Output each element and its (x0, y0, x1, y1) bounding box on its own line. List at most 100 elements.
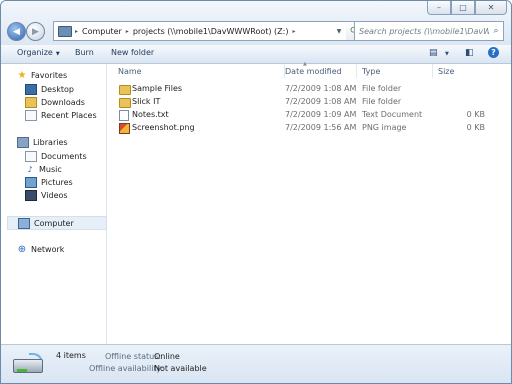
file-row[interactable]: Screenshot.png 7/2/2009 1:56 AM PNG imag… (107, 122, 511, 134)
folder-icon (119, 85, 131, 95)
nav-label: Desktop (41, 84, 74, 94)
nav-item-music[interactable]: ♪ Music (25, 163, 62, 175)
recent-places-icon (25, 109, 37, 121)
offline-availability-value: Not available (154, 364, 207, 373)
organize-button[interactable]: Organize ▼ (17, 48, 60, 57)
search-input[interactable]: Search projects (\\mobile1\DavWWW... (355, 27, 489, 36)
nav-label: Documents (41, 151, 87, 161)
column-header-size[interactable]: Size (433, 64, 483, 78)
documents-icon (25, 150, 37, 162)
nav-label: Network (31, 244, 65, 254)
nav-item-downloads[interactable]: Downloads (25, 96, 85, 108)
offline-availability-label: Offline availability: (89, 364, 164, 373)
view-options-icon[interactable]: ▤ (429, 48, 438, 58)
burn-button[interactable]: Burn (75, 48, 94, 57)
file-name: Screenshot.png (132, 123, 195, 132)
file-size: 0 KB (466, 123, 485, 132)
music-icon: ♪ (27, 164, 33, 174)
nav-label: Downloads (41, 97, 85, 107)
file-row[interactable]: Slick IT 7/2/2009 1:08 AM File folder (107, 96, 511, 108)
nav-label: Pictures (41, 177, 73, 187)
details-pane: 4 items Offline status: Online Offline a… (1, 344, 511, 383)
file-row[interactable]: Notes.txt 7/2/2009 1:09 AM Text Document… (107, 109, 511, 121)
address-dropdown-icon[interactable]: ▼ (332, 23, 346, 39)
offline-status-value: Online (154, 352, 180, 361)
file-type: File folder (362, 97, 402, 106)
file-date: 7/2/2009 1:08 AM (285, 84, 357, 93)
breadcrumb-projects[interactable]: projects (\\mobile1\DavWWWRoot) (Z:) (133, 27, 289, 36)
chevron-down-icon[interactable]: ▼ (445, 51, 449, 57)
file-name: Notes.txt (132, 110, 169, 119)
nav-item-desktop[interactable]: Desktop (25, 83, 74, 95)
file-date: 7/2/2009 1:56 AM (285, 123, 357, 132)
chevron-right-icon[interactable]: ▸ (126, 28, 129, 35)
close-button[interactable]: ✕ (475, 1, 507, 15)
nav-computer[interactable]: Computer (7, 216, 107, 230)
pictures-icon (25, 176, 37, 188)
file-type: Text Document (362, 110, 423, 119)
arrow-left-icon: ◀ (13, 26, 20, 37)
image-file-icon (119, 123, 130, 134)
file-size: 0 KB (466, 110, 485, 119)
computer-icon (58, 25, 72, 37)
nav-label: Videos (41, 190, 68, 200)
nav-label: Libraries (33, 137, 68, 147)
back-button[interactable]: ◀ (7, 22, 26, 41)
breadcrumb-computer[interactable]: Computer (82, 27, 122, 36)
file-type: PNG image (362, 123, 407, 132)
file-date: 7/2/2009 1:08 AM (285, 97, 357, 106)
downloads-icon (25, 96, 37, 108)
file-type: File folder (362, 84, 402, 93)
folder-icon (119, 98, 131, 108)
nav-item-documents[interactable]: Documents (25, 150, 87, 162)
file-size (449, 83, 485, 95)
videos-icon (25, 189, 37, 201)
nav-label: Favorites (31, 70, 68, 80)
help-button[interactable]: ? (488, 47, 499, 58)
libraries-icon (17, 136, 29, 148)
new-folder-button[interactable]: New folder (111, 48, 154, 57)
title-bar: – □ ✕ ◀ ▶ ▸ Computer ▸ projects (\\mobil… (1, 1, 511, 45)
column-header-name[interactable]: Name (113, 64, 285, 78)
nav-item-pictures[interactable]: Pictures (25, 176, 73, 188)
file-row[interactable]: Sample Files 7/2/2009 1:08 AM File folde… (107, 83, 511, 95)
star-icon: ★ (17, 69, 27, 81)
minimize-button[interactable]: – (427, 1, 451, 15)
desktop-icon (25, 83, 37, 95)
nav-label: Recent Places (41, 110, 97, 120)
nav-favorites[interactable]: ★ Favorites (17, 69, 68, 81)
navigation-pane: ★ Favorites Desktop Downloads Recent Plac… (1, 64, 107, 344)
organize-label: Organize (17, 48, 53, 57)
search-box[interactable]: Search projects (\\mobile1\DavWWW... ⌕ (354, 21, 504, 41)
chevron-down-icon: ▼ (55, 51, 60, 57)
nav-label: Music (39, 164, 62, 174)
maximize-button[interactable]: □ (451, 1, 475, 15)
offline-status-label: Offline status: (105, 352, 162, 361)
command-bar: Organize ▼ Burn New folder ▤ ▼ ◧ ? (1, 45, 511, 64)
address-bar[interactable]: ▸ Computer ▸ projects (\\mobile1\DavWWWR… (53, 21, 347, 41)
chevron-right-icon[interactable]: ▸ (75, 28, 78, 35)
nav-item-recent-places[interactable]: Recent Places (25, 109, 97, 121)
column-header-type[interactable]: Type (357, 64, 433, 78)
network-icon: ⊕ (17, 243, 27, 255)
nav-network[interactable]: ⊕ Network (17, 243, 65, 255)
preview-pane-icon[interactable]: ◧ (465, 48, 474, 58)
window-controls: – □ ✕ (427, 1, 507, 15)
network-drive-icon (13, 353, 43, 375)
nav-label: Computer (34, 218, 74, 228)
file-date: 7/2/2009 1:09 AM (285, 110, 357, 119)
file-name: Sample Files (132, 84, 183, 93)
item-count: 4 items (56, 351, 86, 360)
forward-button[interactable]: ▶ (26, 22, 45, 41)
search-icon[interactable]: ⌕ (489, 26, 503, 36)
chevron-right-icon[interactable]: ▸ (292, 28, 295, 35)
nav-libraries[interactable]: Libraries (17, 136, 68, 148)
text-file-icon (119, 110, 129, 121)
column-header-date[interactable]: Date modified (280, 64, 357, 78)
arrow-right-icon: ▶ (32, 26, 39, 37)
explorer-window: – □ ✕ ◀ ▶ ▸ Computer ▸ projects (\\mobil… (0, 0, 512, 384)
computer-icon (18, 217, 30, 229)
nav-item-videos[interactable]: Videos (25, 189, 68, 201)
file-list: ▲ Name Date modified Type Size Sample Fi… (107, 61, 511, 344)
file-size (449, 96, 485, 108)
